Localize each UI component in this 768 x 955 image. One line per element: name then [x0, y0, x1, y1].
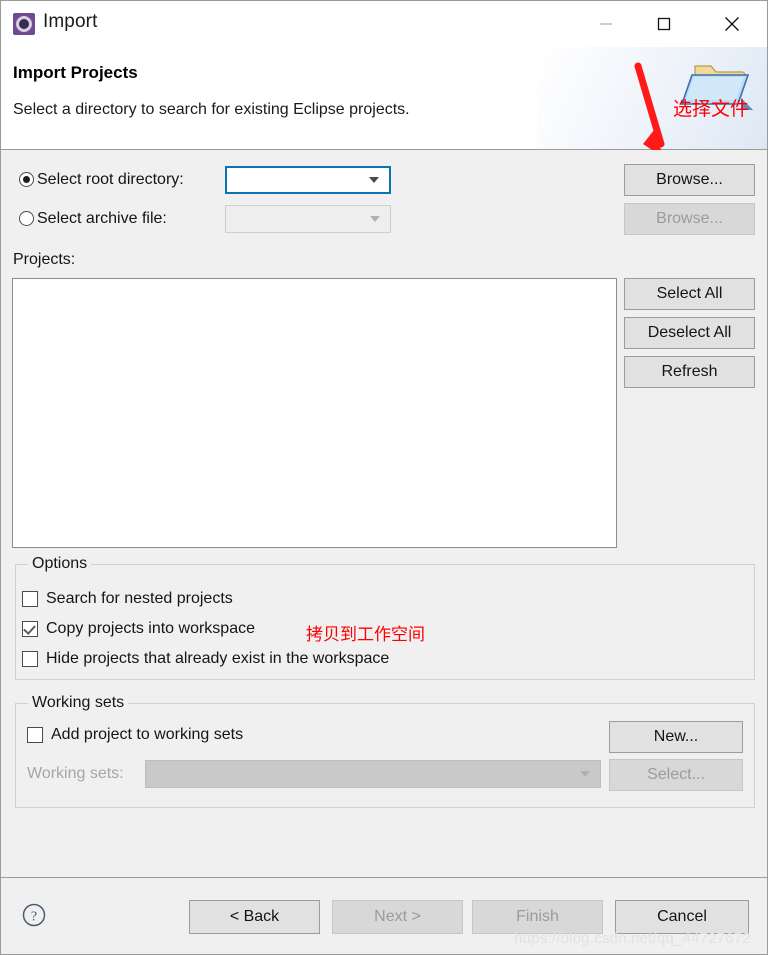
projects-list[interactable] — [12, 278, 617, 548]
page-description: Select a directory to search for existin… — [13, 101, 410, 118]
finish-button: Finish — [472, 900, 603, 934]
next-button: Next > — [332, 900, 463, 934]
radio-select-root-directory[interactable] — [19, 172, 34, 187]
label-working-sets: Working sets: — [27, 765, 124, 782]
browse-root-directory-button[interactable]: Browse... — [624, 164, 755, 196]
deselect-all-button[interactable]: Deselect All — [624, 317, 755, 349]
eclipse-import-icon — [13, 13, 35, 35]
checkbox-add-project-to-working-sets[interactable] — [27, 727, 43, 743]
svg-text:?: ? — [31, 910, 37, 925]
label-add-project-to-working-sets: Add project to working sets — [51, 726, 244, 743]
chevron-down-icon — [370, 216, 380, 222]
page-title: Import Projects — [13, 63, 138, 82]
checkbox-search-nested-projects[interactable] — [22, 591, 38, 607]
cancel-button[interactable]: Cancel — [615, 900, 749, 934]
browse-archive-file-button: Browse... — [624, 203, 755, 235]
label-search-nested-projects: Search for nested projects — [46, 590, 233, 607]
label-select-archive-file: Select archive file: — [37, 210, 167, 227]
title-bar: Import — [1, 1, 767, 47]
label-copy-projects-into-workspace: Copy projects into workspace — [46, 620, 255, 637]
maximize-icon[interactable] — [641, 1, 687, 47]
window-title: Import — [43, 11, 98, 32]
root-directory-combo[interactable] — [225, 166, 391, 194]
chevron-down-icon — [369, 177, 379, 183]
new-working-set-button[interactable]: New... — [609, 721, 743, 753]
archive-file-combo — [225, 205, 391, 233]
chevron-down-icon — [580, 771, 590, 777]
annotation-select-file: 选择文件 — [673, 99, 750, 120]
working-sets-group-title: Working sets — [28, 694, 129, 712]
projects-label: Projects: — [13, 251, 76, 268]
dialog-header: Import Projects Select a directory to se… — [1, 47, 767, 150]
refresh-button[interactable]: Refresh — [624, 356, 755, 388]
help-question-icon[interactable]: ? — [21, 902, 47, 928]
annotation-copy-to-workspace: 拷贝到工作空间 — [306, 625, 425, 644]
minimize-icon[interactable] — [583, 1, 629, 47]
select-working-sets-button: Select... — [609, 759, 743, 791]
watermark: https://blog.csdn.net/qq_44727672 — [514, 930, 751, 947]
label-select-root-directory: Select root directory: — [37, 171, 184, 188]
back-button[interactable]: < Back — [189, 900, 320, 934]
dialog-body: Select root directory: Browse... Select … — [1, 150, 767, 877]
working-sets-group: Working sets — [15, 694, 755, 808]
options-group-title: Options — [28, 555, 92, 573]
working-sets-combo — [145, 760, 601, 788]
radio-select-archive-file[interactable] — [19, 211, 34, 226]
import-dialog: Import Import Projects Select a director… — [0, 0, 768, 955]
checkbox-copy-projects-into-workspace[interactable] — [22, 621, 38, 637]
close-icon[interactable] — [709, 1, 755, 47]
checkbox-hide-existing-projects[interactable] — [22, 651, 38, 667]
label-hide-existing-projects: Hide projects that already exist in the … — [46, 650, 390, 667]
select-all-button[interactable]: Select All — [624, 278, 755, 310]
